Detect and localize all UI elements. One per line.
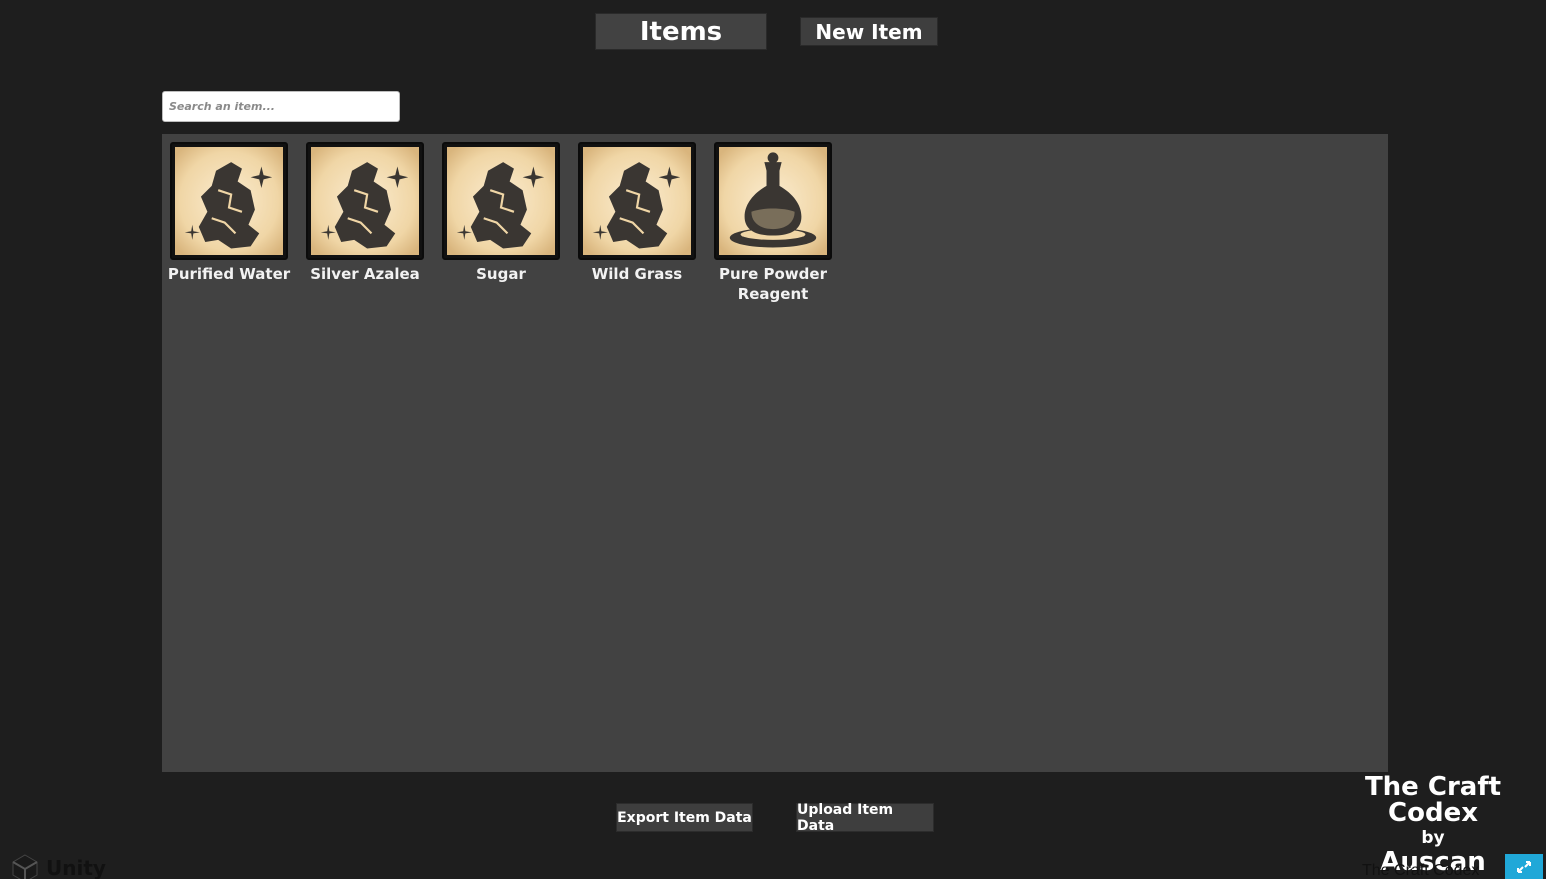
ore-rock-icon — [175, 147, 283, 255]
brand-title: The Craft Codex — [1364, 772, 1502, 828]
item-icon-frame — [306, 142, 424, 260]
item-card[interactable]: Wild Grass — [576, 142, 698, 284]
ore-rock-icon — [311, 147, 419, 255]
item-icon-frame — [714, 142, 832, 260]
item-card[interactable]: Purified Water — [168, 142, 290, 284]
fullscreen-button[interactable] — [1505, 854, 1543, 879]
upload-item-data-button[interactable]: Upload Item Data — [796, 802, 934, 834]
unity-label: Unity — [46, 855, 106, 879]
ore-rock-icon — [447, 147, 555, 255]
item-grid: Purified Water Silver Azalea Sugar Wild … — [162, 134, 1388, 772]
item-icon-frame — [578, 142, 696, 260]
item-name: Purified Water — [167, 265, 291, 283]
expand-icon — [1517, 860, 1531, 873]
item-name: Sugar — [476, 265, 526, 283]
search-input[interactable] — [162, 91, 400, 122]
unity-cube-icon — [12, 853, 38, 879]
item-card[interactable]: Pure Powder Reagent — [712, 142, 834, 304]
item-icon-frame — [170, 142, 288, 260]
app-title: The Craft Codex — [1362, 862, 1480, 879]
item-name: Silver Azalea — [310, 265, 420, 283]
new-item-button[interactable]: New Item — [800, 17, 938, 46]
item-card[interactable]: Sugar — [440, 142, 562, 284]
brand-by: by — [1421, 828, 1445, 848]
item-name: Wild Grass — [591, 265, 683, 283]
tab-items[interactable]: Items — [595, 13, 767, 50]
item-icon-frame — [442, 142, 560, 260]
unity-logo: Unity — [10, 853, 106, 879]
ore-rock-icon — [583, 147, 691, 255]
export-item-data-button[interactable]: Export Item Data — [616, 803, 753, 832]
potion-flask-icon — [719, 147, 827, 255]
item-name: Pure Powder Reagent — [719, 265, 827, 303]
item-card[interactable]: Silver Azalea — [304, 142, 426, 284]
